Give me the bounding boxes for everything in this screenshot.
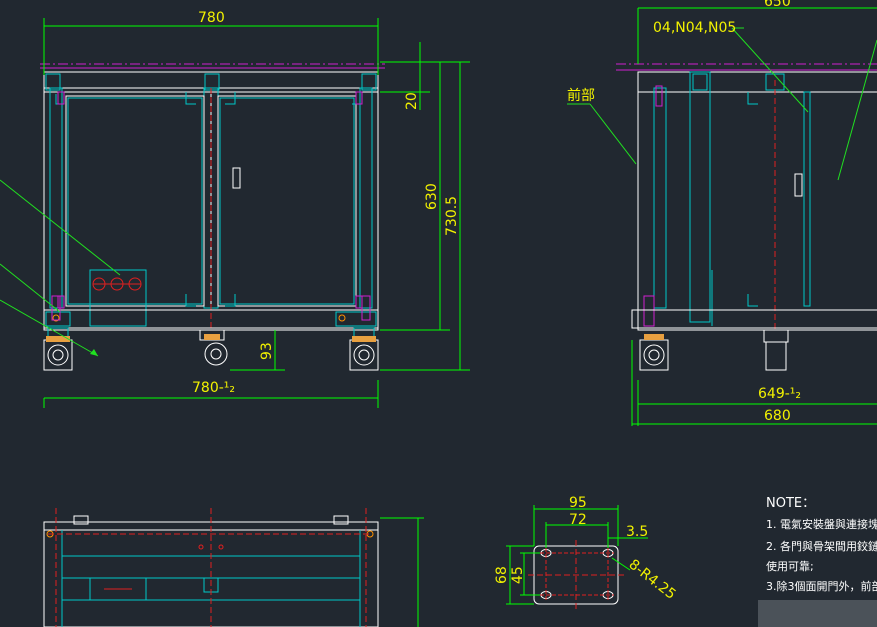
note-line-1: 1. 電氣安裝盤與連接塊用 xyxy=(766,517,877,531)
dim-20: 20 xyxy=(404,92,420,110)
cad-drawing-canvas: 780 20 630 730.5 93 780-¹₂ 650 649-¹₂ 68… xyxy=(0,0,877,627)
dim-72: 72 xyxy=(569,512,587,528)
label-parts: 04,N04,N05 xyxy=(653,20,736,36)
side-view xyxy=(567,27,877,371)
top-view xyxy=(43,508,424,627)
dim-3-5: 3.5 xyxy=(626,524,648,540)
dim-730-5: 730.5 xyxy=(444,196,460,236)
note-title: NOTE： xyxy=(766,496,815,511)
notes-block: NOTE： 1. 電氣安裝盤與連接塊用 2. 各門與骨架間用鉸鏈連 使用可靠; … xyxy=(758,496,877,627)
note-line-3: 3.除3個面開門外，前部的 xyxy=(766,579,877,593)
dim-holes: 8-R4.25 xyxy=(626,557,679,603)
note-line-2: 2. 各門與骨架間用鉸鏈連 xyxy=(766,539,877,553)
side-view-dimensions xyxy=(631,7,877,426)
dim-650: 650 xyxy=(764,0,791,10)
front-view xyxy=(0,63,385,371)
dim-45: 45 xyxy=(510,566,526,584)
dim-649: 649-¹₂ xyxy=(758,386,801,402)
blurred-text-region xyxy=(758,600,877,627)
dim-630: 630 xyxy=(424,183,440,210)
dim-780-top: 780 xyxy=(198,10,225,26)
dim-68: 68 xyxy=(494,566,510,584)
dim-780-bottom: 780-¹₂ xyxy=(192,380,235,396)
note-line-2b: 使用可靠; xyxy=(766,559,814,573)
front-view-dimensions xyxy=(43,18,470,408)
dim-93: 93 xyxy=(259,342,275,360)
dim-95: 95 xyxy=(569,495,587,511)
dim-680: 680 xyxy=(764,408,791,424)
label-front: 前部 xyxy=(567,87,595,104)
